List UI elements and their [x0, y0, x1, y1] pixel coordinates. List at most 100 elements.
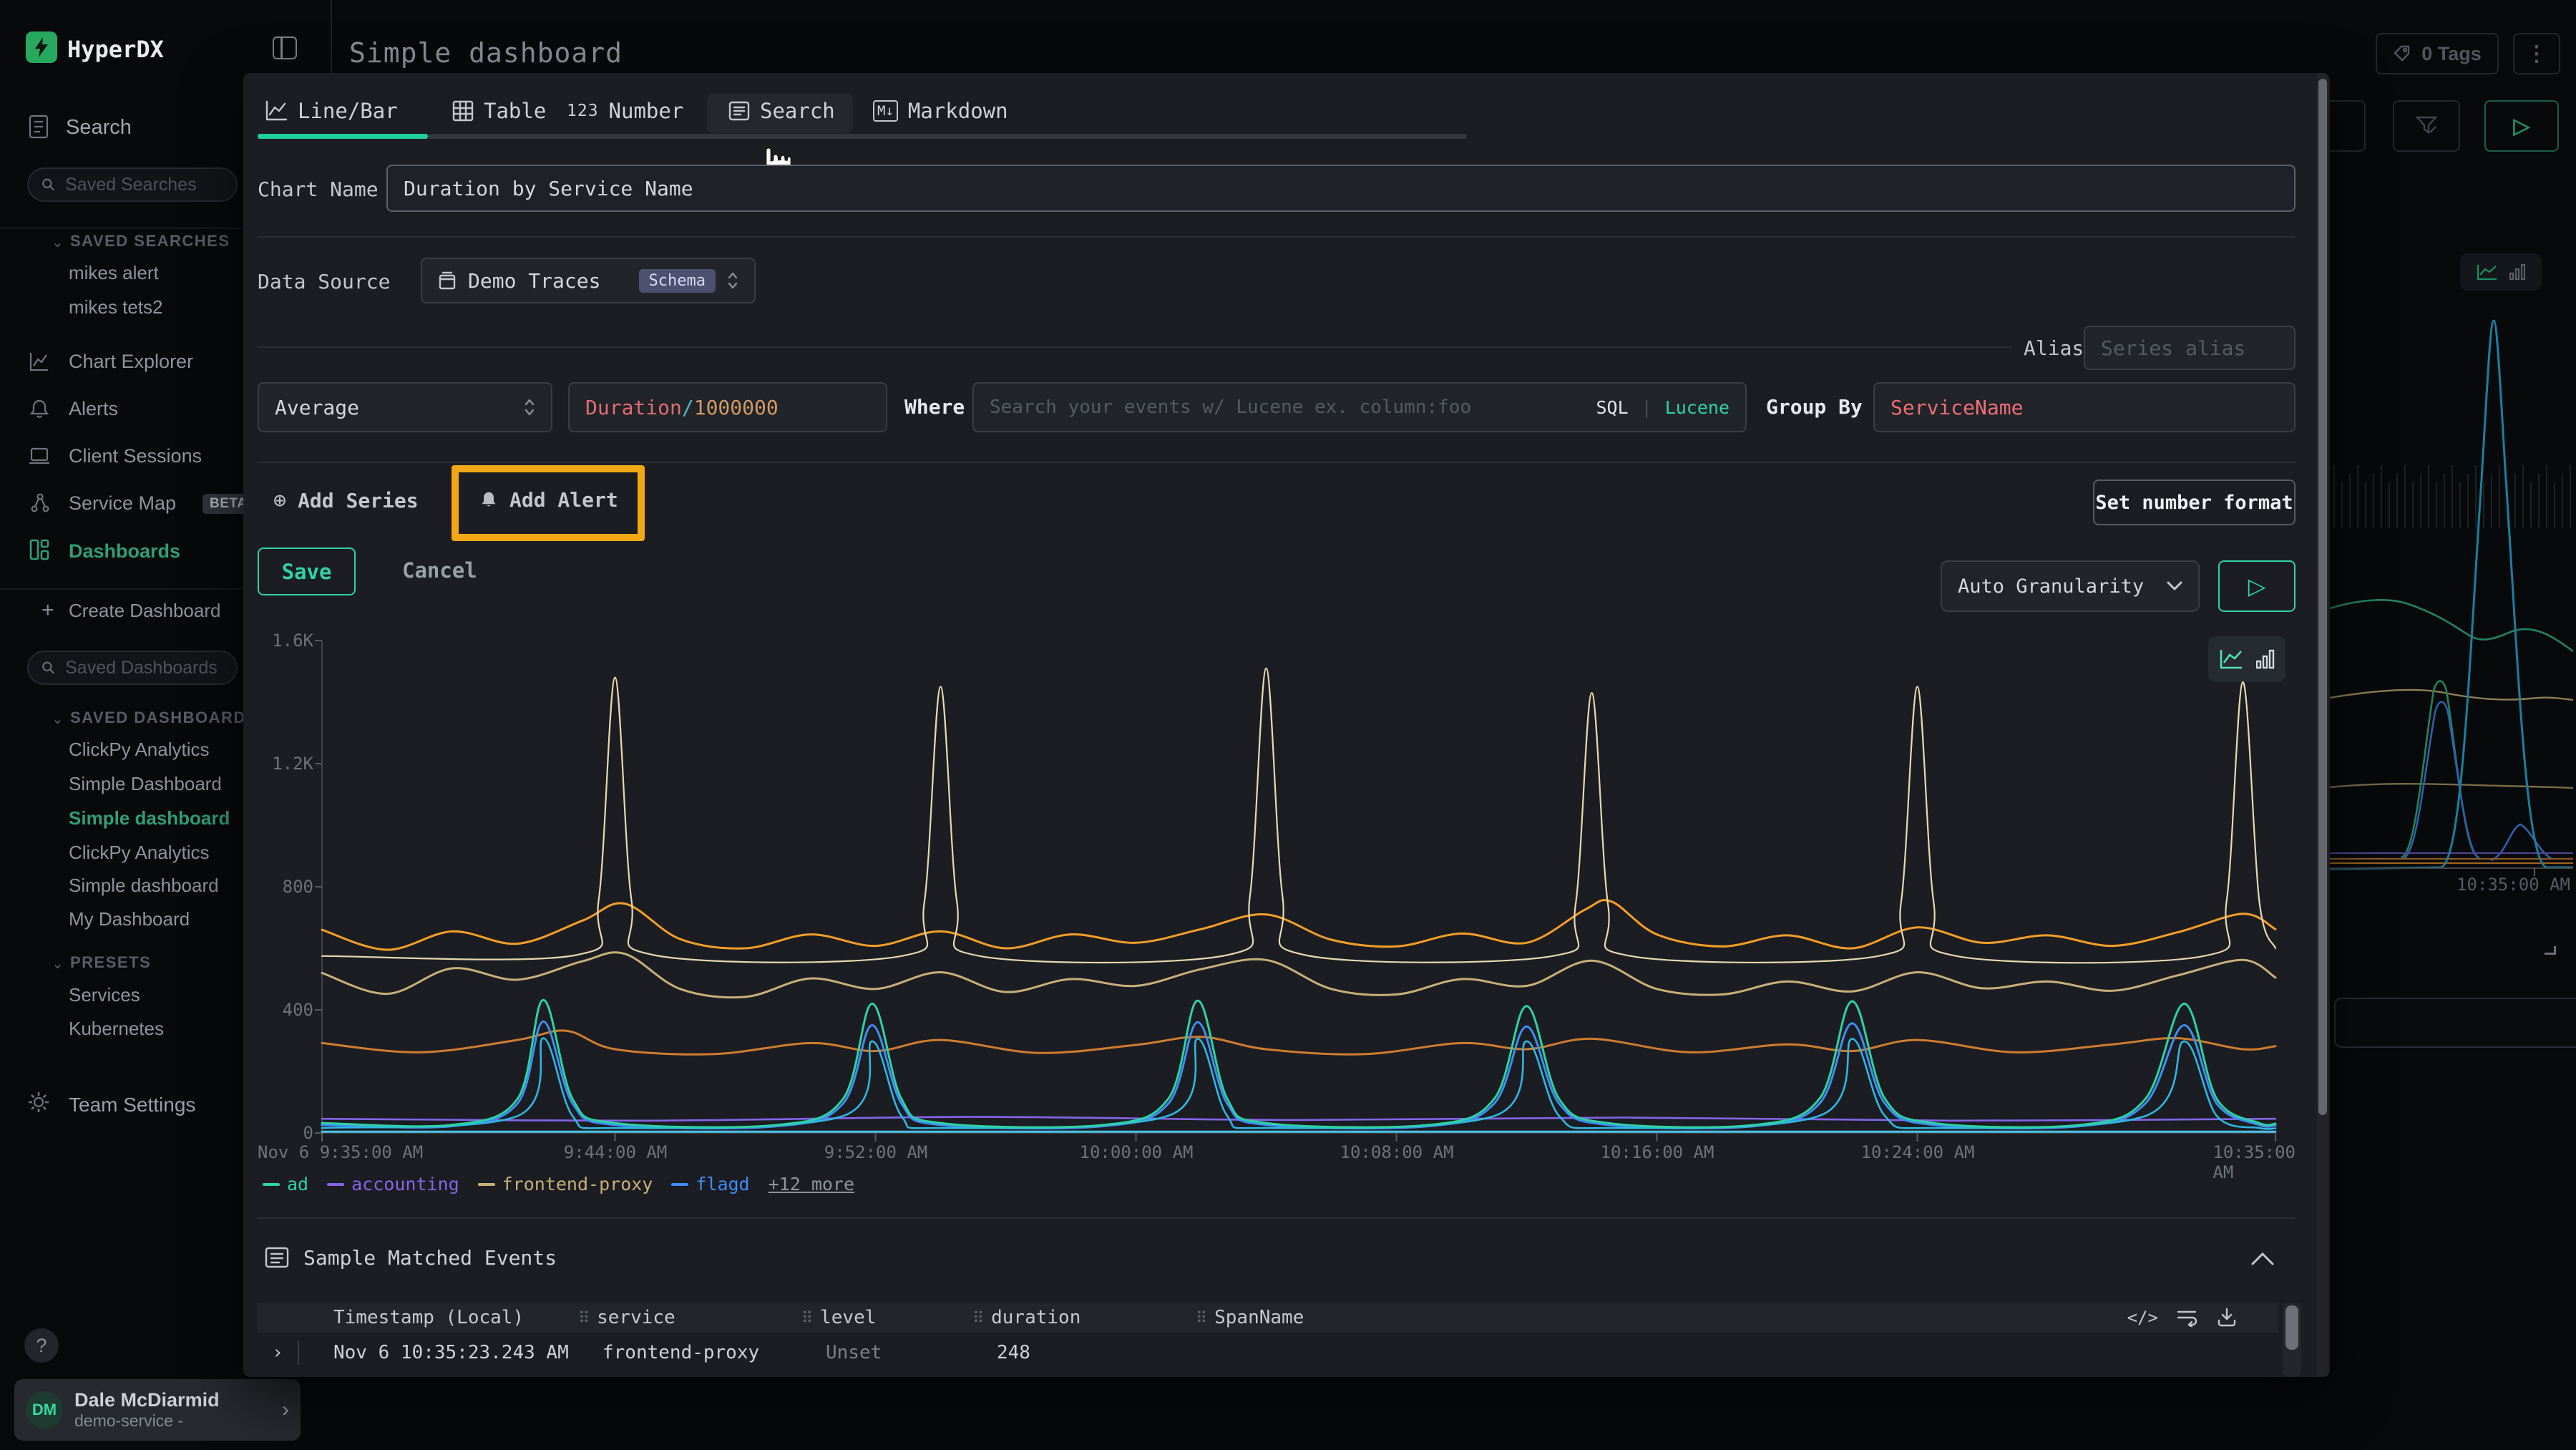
sidebar-item-team-settings[interactable]: Team Settings: [69, 1094, 195, 1116]
y-tick-label: 1.2K: [256, 754, 313, 774]
modal-scrollbar[interactable]: [2317, 73, 2328, 1377]
sidebar-item-create-dashboard[interactable]: Create Dashboard: [69, 600, 220, 622]
sidebar-item-preset[interactable]: Services: [69, 984, 140, 1006]
expr-operator: /: [682, 396, 694, 419]
sidebar-item-dashboard[interactable]: ClickPy Analytics: [69, 739, 210, 761]
sidebar-item-dashboard[interactable]: My Dashboard: [69, 908, 190, 930]
schema-badge[interactable]: Schema: [639, 269, 716, 293]
bg-panel: [2334, 998, 2576, 1048]
events-table-row-clipped[interactable]: › Nov 6 10:35:23.243 AM frontend-proxy U…: [258, 1372, 2278, 1377]
section-divider: [258, 236, 2296, 238]
wrap-lines-icon[interactable]: [2177, 1308, 2198, 1327]
legend-item[interactable]: ad: [263, 1174, 308, 1194]
sidebar-item-alerts[interactable]: Alerts: [69, 398, 118, 420]
col-timestamp[interactable]: Timestamp (Local): [333, 1307, 578, 1328]
chart-name-input[interactable]: [386, 165, 2296, 212]
aggregation-select[interactable]: Average: [258, 382, 552, 432]
sidebar-item-dashboard-active[interactable]: Simple dashboard: [69, 807, 230, 829]
search-icon: [42, 660, 55, 676]
modal-scrollbar-thumb[interactable]: [2318, 79, 2327, 1115]
tab-search[interactable]: Search: [728, 99, 835, 123]
expand-row-icon[interactable]: ›: [258, 1342, 298, 1363]
alias-input[interactable]: [2084, 326, 2296, 370]
sidebar-item-search[interactable]: Search: [66, 116, 132, 140]
kebab-menu-button[interactable]: ⋮: [2513, 33, 2560, 74]
tab-number[interactable]: 123 Number: [567, 99, 683, 123]
cancel-button[interactable]: Cancel: [402, 558, 477, 583]
hyperdx-logo-icon[interactable]: [26, 31, 57, 63]
collapse-chevron-icon[interactable]: [2250, 1251, 2275, 1267]
sidebar-item-preset[interactable]: Kubernetes: [69, 1018, 164, 1040]
field-expression-input[interactable]: Duration/1000000: [568, 382, 887, 432]
x-tick-label: 9:52:00 AM: [824, 1142, 928, 1162]
sidebar-item-dashboard[interactable]: ClickPy Analytics: [69, 842, 210, 864]
legend-item[interactable]: flagd: [671, 1174, 749, 1194]
sidebar-item-chart-explorer[interactable]: Chart Explorer: [69, 351, 193, 373]
legend-item[interactable]: accounting: [327, 1174, 459, 1194]
tab-line-bar[interactable]: Line/Bar: [265, 99, 398, 123]
help-button[interactable]: ?: [24, 1328, 59, 1363]
user-subtitle: demo-service -: [74, 1411, 270, 1431]
col-spanname[interactable]: ⠿SpanName: [1196, 1307, 2127, 1328]
client-sessions-icon: [29, 445, 50, 470]
tab-markdown[interactable]: M↓ Markdown: [873, 99, 1008, 123]
cell-service: frontend-proxy: [578, 1342, 801, 1363]
tab-underline-track: [428, 134, 1467, 139]
run-chart-button[interactable]: ▷: [2218, 560, 2296, 612]
collapse-sidebar-icon[interactable]: [273, 37, 297, 59]
legend-item[interactable]: frontend-proxy: [478, 1174, 653, 1194]
legend-swatch: [327, 1183, 344, 1186]
event-list-icon: [265, 1245, 289, 1270]
add-alert-button[interactable]: Add Alert: [479, 488, 618, 512]
table-scrollbar[interactable]: [2283, 1303, 2301, 1377]
where-search-input[interactable]: SQL | Lucene: [972, 382, 1747, 432]
run-query-button[interactable]: ▷: [2484, 100, 2559, 152]
lucene-toggle[interactable]: Lucene: [1665, 397, 1729, 418]
download-icon[interactable]: [2217, 1308, 2237, 1328]
service-map-icon: [30, 492, 50, 517]
group-by-input[interactable]: ServiceName: [1873, 382, 2296, 432]
bg-chart-type-toggle[interactable]: [2460, 253, 2542, 291]
resize-handle[interactable]: [2545, 946, 2556, 955]
sidebar-item-dashboard[interactable]: Simple Dashboard: [69, 773, 222, 795]
set-number-format-button[interactable]: Set number format: [2093, 480, 2296, 525]
save-button[interactable]: Save: [258, 548, 356, 595]
chevron-down-icon[interactable]: ⌄: [52, 710, 64, 728]
table-scrollbar-thumb[interactable]: [2285, 1305, 2298, 1350]
saved-searches-input[interactable]: [27, 167, 238, 202]
filter-edit-icon: [2414, 114, 2439, 138]
legend-more-link[interactable]: +12 more: [769, 1174, 854, 1194]
saved-dashboards-input[interactable]: [27, 651, 238, 685]
sidebar-item-dashboard[interactable]: Simple dashboard: [69, 875, 219, 897]
events-table-row[interactable]: › Nov 6 10:35:23.243 AM frontend-proxy U…: [258, 1333, 2278, 1372]
col-duration[interactable]: ⠿duration: [972, 1307, 1196, 1328]
sidebar-item-dashboards[interactable]: Dashboards: [69, 540, 180, 563]
chevron-down-icon[interactable]: ⌄: [52, 233, 64, 251]
sql-toggle[interactable]: SQL: [1596, 397, 1628, 418]
search-list-icon: [728, 100, 750, 122]
gear-icon: [27, 1091, 50, 1117]
saved-searches-header: SAVED SEARCHES: [70, 232, 230, 250]
granularity-select[interactable]: Auto Granularity: [1941, 560, 2200, 612]
add-series-button[interactable]: ⊕ Add Series: [273, 488, 419, 513]
code-icon[interactable]: </>: [2127, 1308, 2158, 1328]
col-service[interactable]: ⠿service: [578, 1307, 801, 1328]
sidebar-item-service-map[interactable]: Service Map: [69, 492, 176, 515]
tags-button[interactable]: 0 Tags: [2376, 33, 2499, 74]
x-tick-label: 10:00:00 AM: [1080, 1142, 1194, 1162]
chevron-right-icon: ›: [282, 1398, 289, 1422]
user-card[interactable]: DM Dale McDiarmid demo-service - ›: [14, 1379, 301, 1441]
bell-icon: [479, 490, 498, 510]
col-level[interactable]: ⠿level: [801, 1307, 972, 1328]
sidebar-divider: [0, 588, 246, 590]
tab-table[interactable]: Table: [452, 99, 546, 123]
filter-button[interactable]: [2393, 100, 2460, 152]
sidebar-item-saved-search[interactable]: mikes tets2: [69, 296, 163, 318]
sidebar-item-saved-search[interactable]: mikes alert: [69, 262, 159, 284]
plus-icon: +: [42, 598, 54, 623]
sidebar-item-client-sessions[interactable]: Client Sessions: [69, 445, 202, 467]
markdown-icon: M↓: [873, 100, 898, 122]
y-tick-label: 0: [256, 1123, 313, 1143]
chevron-down-icon[interactable]: ⌄: [52, 955, 64, 973]
data-source-select[interactable]: Demo Traces Schema: [421, 258, 756, 303]
